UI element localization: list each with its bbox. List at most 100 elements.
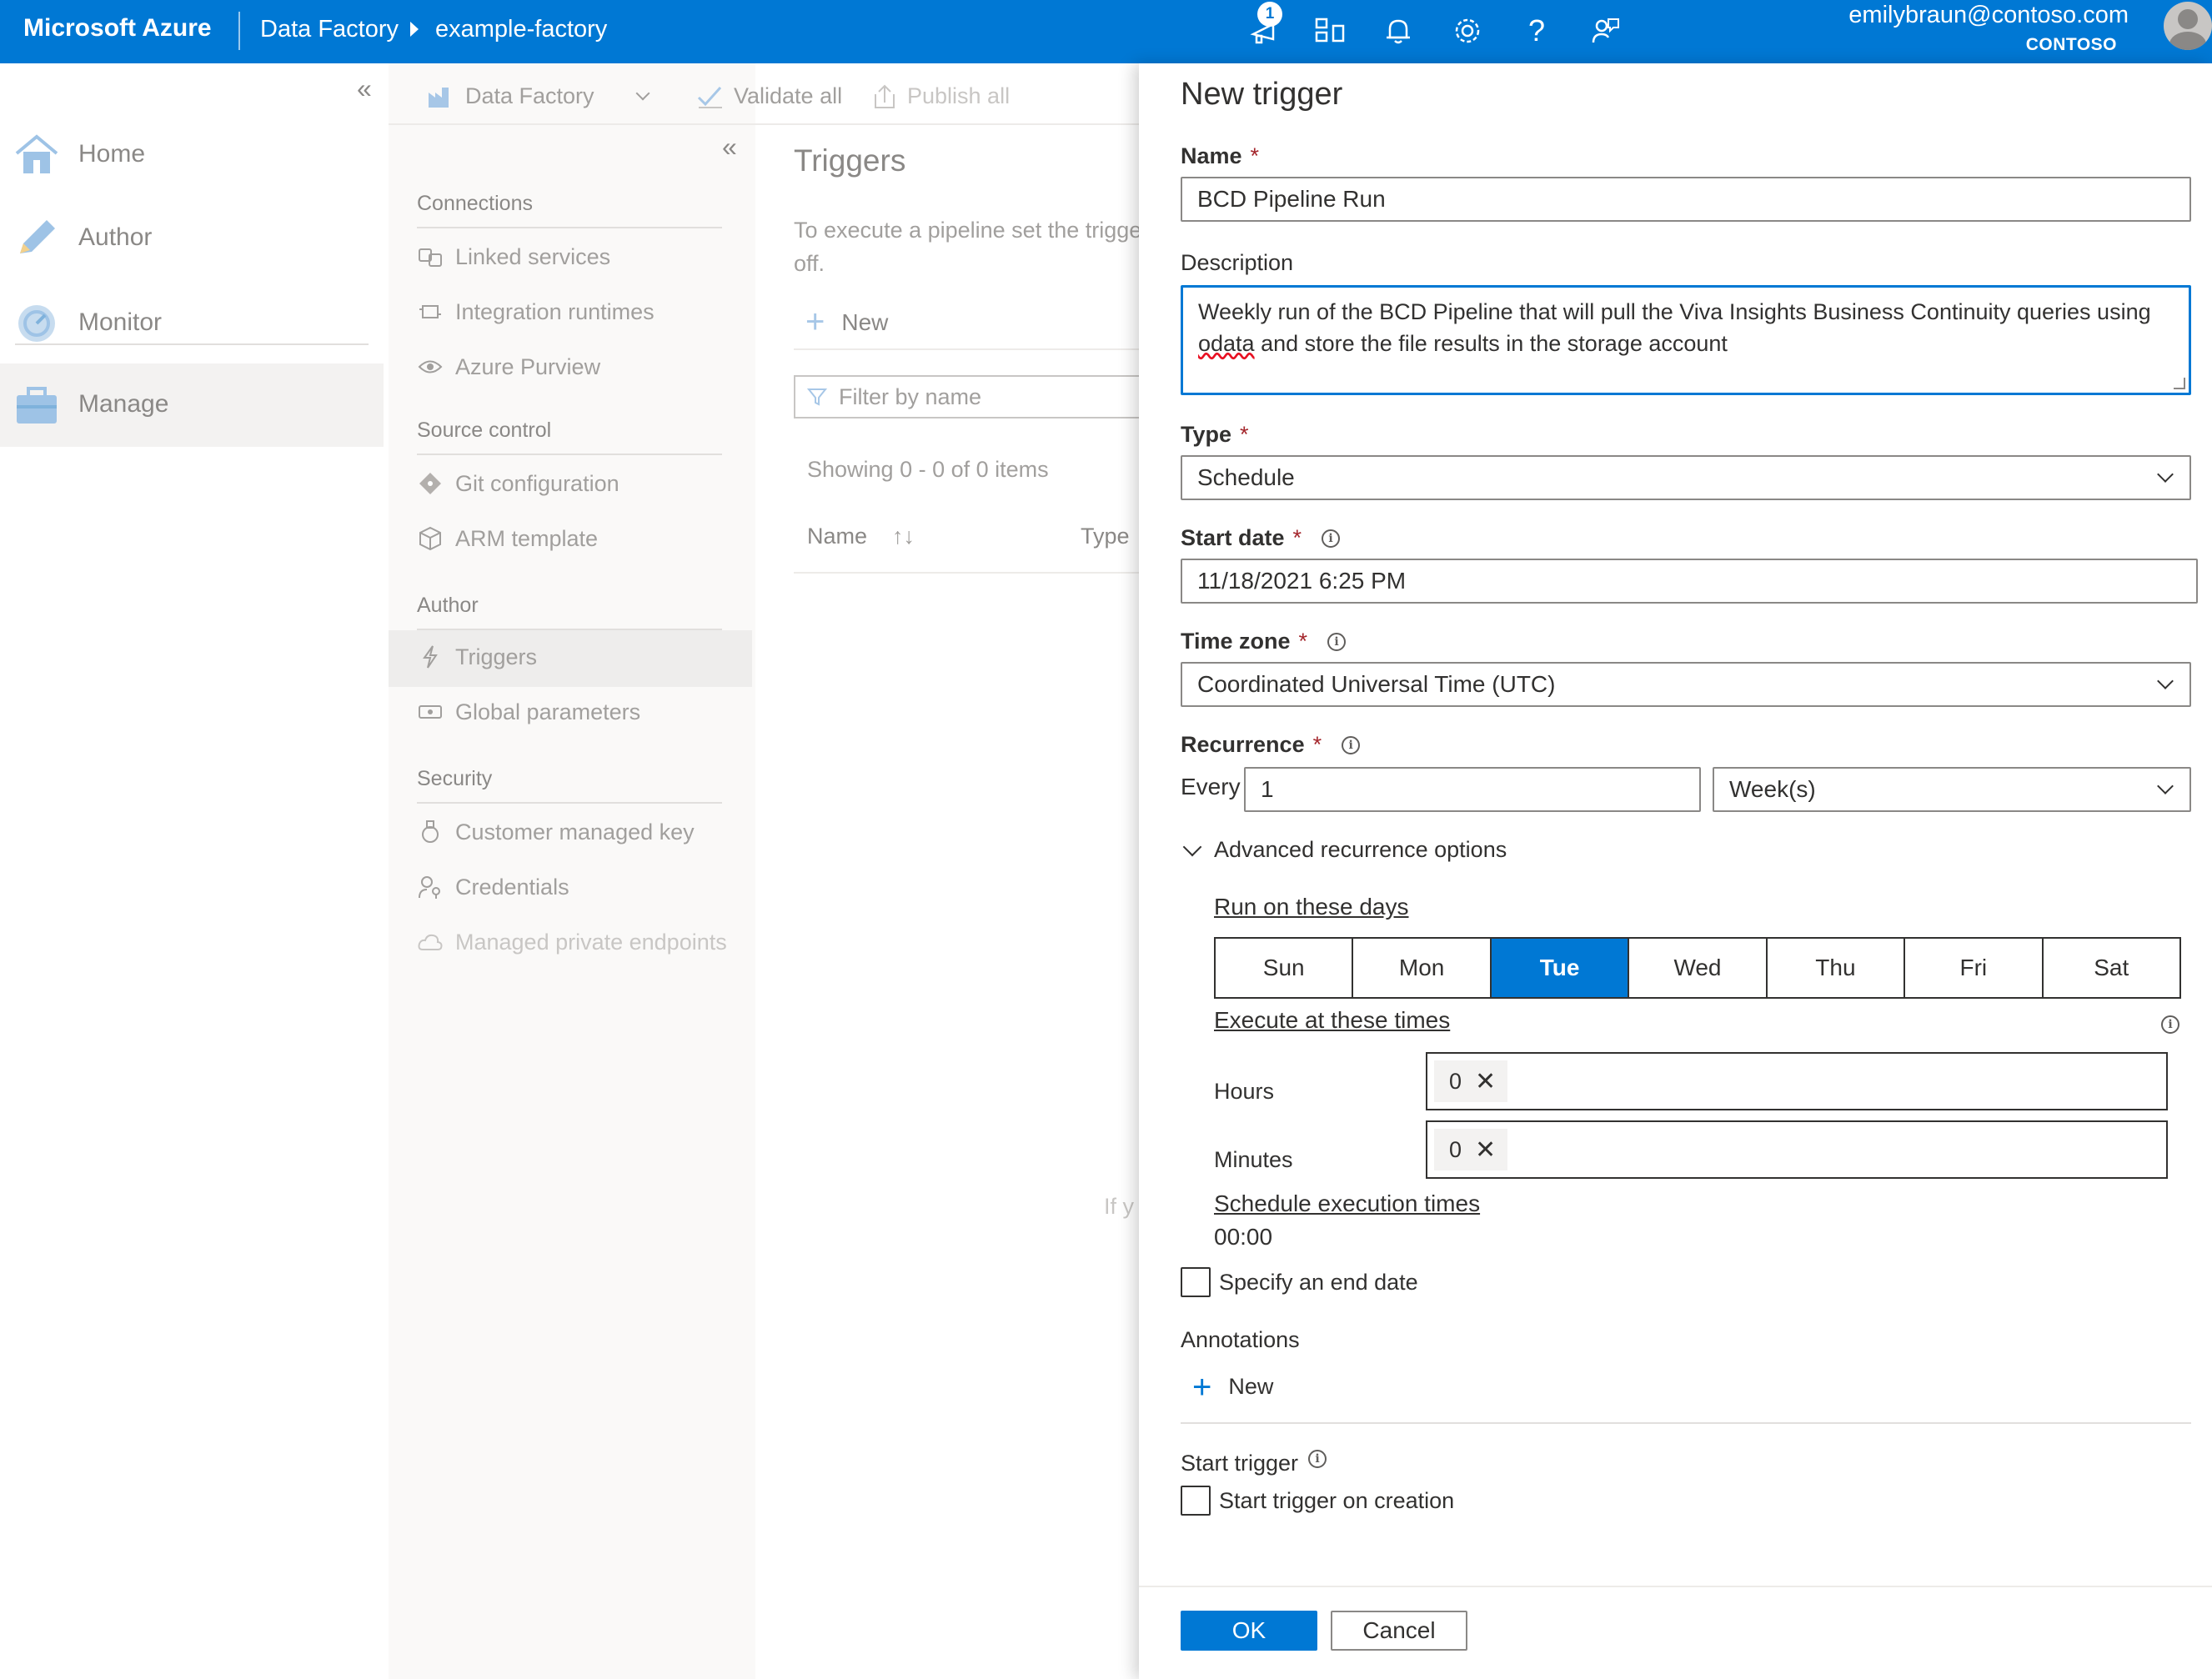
breadcrumb-data-factory[interactable]: Data Factory — [260, 16, 399, 43]
start-on-creation-checkbox[interactable] — [1181, 1486, 1211, 1516]
help-icon[interactable]: ? — [1517, 12, 1556, 50]
chevron-down-icon — [635, 86, 650, 100]
info-icon[interactable]: i — [1327, 632, 1347, 651]
factory-selector-label: Data Factory — [465, 83, 594, 108]
git-icon — [417, 470, 444, 497]
specify-end-date-checkbox[interactable] — [1181, 1267, 1211, 1297]
nav-item-author[interactable]: Author — [0, 197, 384, 280]
gear-icon[interactable] — [1448, 12, 1487, 50]
footer-divider — [1139, 1586, 2212, 1587]
subnav-item-arm-template[interactable]: ARM template — [417, 525, 598, 552]
column-header-type[interactable]: Type — [1081, 524, 1130, 549]
filter-icon — [807, 388, 827, 406]
section-divider — [417, 802, 722, 804]
info-icon[interactable]: i — [2161, 1015, 2179, 1034]
lightning-icon — [417, 644, 444, 670]
directory-icon[interactable] — [1311, 12, 1349, 50]
hours-picker[interactable]: 0 ✕ — [1426, 1052, 2168, 1110]
weekday-selector: Sun Mon Tue Wed Thu Fri Sat — [1214, 937, 2181, 999]
subnav-item-label: Customer managed key — [455, 819, 695, 845]
time-zone-select[interactable]: Coordinated Universal Time (UTC) — [1181, 662, 2191, 707]
subnav-item-customer-managed-key[interactable]: Customer managed key — [417, 819, 695, 845]
recurrence-label-text: Recurrence — [1181, 732, 1305, 757]
schedule-execution-times-label: Schedule execution times — [1214, 1190, 1481, 1216]
add-annotation-button[interactable]: + New — [1192, 1371, 1273, 1404]
notification-badge: 1 — [1257, 2, 1282, 27]
subnav-item-label: Git configuration — [455, 470, 619, 496]
day-fri[interactable]: Fri — [1905, 939, 2044, 997]
minutes-label: Minutes — [1214, 1147, 1293, 1172]
bell-icon[interactable] — [1379, 12, 1417, 50]
day-mon[interactable]: Mon — [1353, 939, 1492, 997]
advanced-recurrence-label: Advanced recurrence options — [1214, 837, 1507, 862]
day-sun[interactable]: Sun — [1216, 939, 1354, 997]
home-icon — [13, 133, 60, 177]
chevron-down-icon — [1182, 837, 1202, 856]
description-textarea[interactable]: Weekly run of the BCD Pipeline that will… — [1181, 285, 2191, 395]
subnav-item-label: Triggers — [455, 644, 538, 669]
column-header-name[interactable]: Name — [807, 524, 867, 549]
required-marker: * — [1292, 525, 1302, 550]
info-icon[interactable]: i — [1308, 1449, 1327, 1468]
monitor-icon — [13, 302, 60, 345]
day-tue[interactable]: Tue — [1491, 939, 1630, 997]
feedback-icon[interactable] — [1586, 12, 1624, 50]
purview-eye-icon — [417, 353, 444, 380]
day-sat[interactable]: Sat — [2043, 939, 2179, 997]
hours-label: Hours — [1214, 1079, 1275, 1104]
subnav-item-linked-services[interactable]: Linked services — [417, 243, 610, 270]
recurrence-label: Recurrence * i — [1181, 732, 1361, 758]
breadcrumb-factory-name[interactable]: example-factory — [435, 16, 607, 43]
type-select[interactable]: Schedule — [1181, 455, 2191, 500]
name-input[interactable]: BCD Pipeline Run — [1181, 177, 2191, 222]
info-icon[interactable]: i — [1322, 529, 1341, 548]
name-label: Name * — [1181, 143, 1259, 169]
close-icon[interactable]: ✕ — [1475, 1135, 1496, 1165]
publish-all-label: Publish all — [907, 83, 1011, 108]
sort-icon[interactable]: ↑↓ — [892, 524, 915, 549]
advanced-recurrence-toggle[interactable]: Advanced recurrence options — [1181, 837, 1507, 863]
start-date-input[interactable]: 11/18/2021 6:25 PM — [1181, 559, 2198, 604]
global-parameters-icon — [417, 699, 444, 725]
every-interval-input[interactable]: 1 — [1244, 767, 1701, 812]
nav-item-monitor[interactable]: Monitor — [0, 282, 384, 365]
nav-item-home[interactable]: Home — [0, 113, 384, 197]
day-thu[interactable]: Thu — [1767, 939, 1906, 997]
day-wed[interactable]: Wed — [1629, 939, 1768, 997]
ok-button[interactable]: OK — [1181, 1611, 1317, 1651]
chevron-down-icon — [2157, 673, 2174, 689]
recurrence-unit-select[interactable]: Week(s) — [1713, 767, 2191, 812]
filter-by-name-input[interactable]: Filter by name — [794, 375, 1144, 418]
linked-services-icon — [417, 243, 444, 270]
subnav-item-global-parameters[interactable]: Global parameters — [417, 699, 640, 725]
new-trigger-button[interactable]: + New — [805, 303, 888, 341]
factory-selector[interactable]: Data Factory — [427, 83, 650, 109]
nav-item-label: Monitor — [78, 308, 163, 336]
subnav-item-credentials[interactable]: Credentials — [417, 874, 569, 900]
minutes-picker[interactable]: 0 ✕ — [1426, 1120, 2168, 1179]
start-on-creation-row[interactable]: Start trigger on creation — [1181, 1486, 1454, 1516]
subnav-item-label: Integration runtimes — [455, 298, 655, 324]
top-bar-divider — [238, 12, 240, 50]
publish-all-button[interactable]: Publish all — [872, 83, 1010, 109]
nav-item-label: Home — [78, 140, 146, 168]
avatar[interactable] — [2164, 2, 2212, 50]
cancel-button[interactable]: Cancel — [1331, 1611, 1467, 1651]
nav-item-manage[interactable]: Manage — [0, 363, 384, 447]
subnav-item-managed-private-endpoints[interactable]: Managed private endpoints — [417, 929, 727, 955]
subnav-item-git-configuration[interactable]: Git configuration — [417, 470, 619, 497]
triggers-divider — [794, 348, 1144, 350]
subnav-item-integration-runtimes[interactable]: Integration runtimes — [417, 298, 655, 325]
validate-all-button[interactable]: Validate all — [697, 83, 842, 109]
subnav-item-azure-purview[interactable]: Azure Purview — [417, 353, 600, 380]
specify-end-date-row[interactable]: Specify an end date — [1181, 1267, 1418, 1297]
resize-handle-icon[interactable] — [2174, 378, 2185, 389]
collapse-subnav-icon[interactable]: « — [722, 132, 737, 163]
user-email[interactable]: emilybraun@contoso.com — [1848, 2, 2129, 29]
subnav-item-triggers[interactable]: Triggers — [417, 644, 537, 670]
close-icon[interactable]: ✕ — [1475, 1067, 1496, 1096]
brand-title[interactable]: Microsoft Azure — [23, 14, 212, 43]
info-icon[interactable]: i — [1342, 735, 1361, 754]
collapse-nav-icon[interactable]: « — [357, 73, 372, 104]
annotations-label-text: Annotations — [1181, 1327, 1300, 1352]
